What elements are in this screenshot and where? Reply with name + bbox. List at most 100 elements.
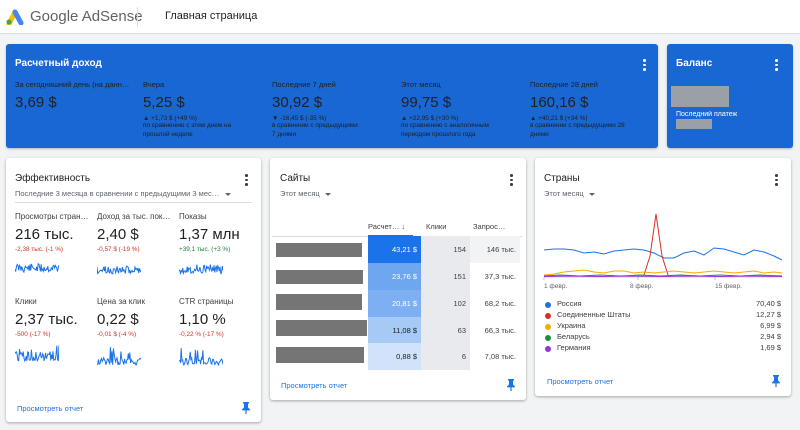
- countries-more-icon[interactable]: [773, 174, 779, 186]
- country-value: 1,69 $: [760, 343, 781, 352]
- legend-dot: [545, 301, 551, 308]
- revenue-last28-compare: в сравнении с предыдущими 28 днями: [530, 122, 625, 138]
- metric-sparkline: [179, 348, 223, 366]
- revenue-month-change: ▲ +22,95 $ (+30 %): [401, 115, 459, 122]
- cell-clicks: 63: [421, 317, 470, 343]
- performance-period-underline: [15, 202, 252, 203]
- revenue-month-compare: по сравнению с аналогичным периодом прош…: [401, 122, 489, 138]
- page-title: Главная страница: [165, 10, 258, 22]
- cell-requests: 66,3 тыс.: [484, 326, 516, 335]
- column-header-requests[interactable]: Запрос…: [473, 222, 505, 231]
- revenue-month-label: Этот месяц: [401, 80, 441, 89]
- sites-period-dropdown[interactable]: Этот месяц: [280, 189, 331, 198]
- country-name: Беларусь: [557, 332, 590, 341]
- metric-change: -500 (-17 %): [15, 331, 51, 338]
- chevron-down-icon: [588, 192, 595, 196]
- country-name: Украина: [557, 321, 586, 330]
- column-header-label: Запрос…: [473, 222, 506, 231]
- country-row[interactable]: Германия 1,69 $: [545, 343, 781, 354]
- cell-clicks: 102: [421, 290, 470, 317]
- country-row[interactable]: Соединенные Штаты 12,27 $: [545, 310, 781, 321]
- adsense-logo-icon: [6, 9, 24, 25]
- revenue-this-month: Этот месяц 99,75 $ ▲ +22,95 $ (+30 %) по…: [401, 80, 521, 139]
- revenue-yesterday-change: ▲ +1,73 $ (+49 %): [143, 115, 197, 122]
- performance-view-report-link[interactable]: Просмотреть отчет: [17, 404, 83, 413]
- country-name: Германия: [557, 343, 591, 352]
- series-line-united-states: [643, 213, 669, 276]
- metric-value: 0,22 $: [97, 311, 139, 328]
- revenue-last28-label: Последние 28 дней: [530, 80, 598, 89]
- site-name-redacted: [276, 294, 362, 310]
- revenue-last7-change: ▼ -16,45 $ (-35 %): [272, 115, 327, 122]
- countries-title: Страны: [544, 173, 580, 184]
- chevron-down-icon: [324, 192, 331, 196]
- pin-icon[interactable]: [771, 375, 781, 387]
- metric-sparkline: [15, 345, 59, 363]
- performance-period-dropdown[interactable]: Последние 3 месяца в сравнении с предыду…: [15, 189, 252, 198]
- country-row[interactable]: Россия 70,40 $: [545, 299, 781, 310]
- sites-more-icon[interactable]: [508, 174, 514, 186]
- revenue-today-value: 3,69 $: [15, 94, 57, 111]
- revenue-month-value: 99,75 $: [401, 94, 452, 111]
- metric-cpc[interactable]: Цена за клик 0,22 $ -0,01 $ (-4 %): [97, 297, 177, 366]
- balance-more-icon[interactable]: [773, 59, 779, 71]
- site-name-redacted: [276, 270, 363, 284]
- metric-label: Просмотры стран…: [15, 212, 89, 221]
- country-value: 12,27 $: [755, 310, 781, 319]
- header-divider: [137, 7, 138, 27]
- cell-clicks: 154: [421, 236, 470, 263]
- sites-title: Сайты: [280, 173, 311, 184]
- x-axis-label: 15 февр.: [715, 283, 742, 290]
- metric-value: 1,10 %: [179, 311, 226, 328]
- metric-label: Цена за клик: [97, 297, 146, 306]
- metric-rpm[interactable]: Доход за тыс. пок… 2,40 $ -0,57 $ (-19 %…: [97, 212, 177, 279]
- revenue-yesterday-value: 5,25 $: [143, 94, 185, 111]
- sort-arrow-icon: ↓: [401, 224, 405, 231]
- column-header-rpm[interactable]: Расчет… ↓: [368, 222, 405, 231]
- metric-value: 1,37 млн: [179, 226, 240, 243]
- performance-title: Эффективность: [15, 173, 91, 184]
- cell-rpm: 20,81 $: [368, 290, 421, 317]
- x-axis-label: 1 февр.: [544, 283, 567, 290]
- series-line-ukraine: [543, 269, 783, 276]
- pin-icon[interactable]: [241, 402, 251, 414]
- metric-value: 2,40 $: [97, 226, 139, 243]
- x-axis-label: 8 февр.: [630, 283, 653, 290]
- cell-clicks: 6: [421, 343, 470, 370]
- pin-icon[interactable]: [506, 379, 516, 391]
- chevron-down-icon: [225, 192, 232, 196]
- revenue-today-label: За сегодняшний день (на данн…: [15, 80, 130, 89]
- revenue-last28: Последние 28 дней 160,16 $ ▲ +40,21 $ (+…: [530, 80, 650, 139]
- metric-sparkline: [97, 347, 141, 366]
- top-bar: Google AdSense Главная страница: [0, 0, 800, 34]
- countries-period-dropdown[interactable]: Этот месяц: [544, 189, 595, 198]
- country-value: 2,94 $: [760, 332, 781, 341]
- last-payment-label: Последний платеж: [676, 111, 738, 118]
- revenue-more-icon[interactable]: [641, 59, 647, 71]
- metric-clicks[interactable]: Клики 2,37 тыс. -500 (-17 %): [15, 297, 95, 366]
- column-header-clicks[interactable]: Клики: [426, 222, 446, 231]
- metric-page-views[interactable]: Просмотры стран… 216 тыс. -2,38 тыс. (-1…: [15, 212, 95, 279]
- countries-view-report-link[interactable]: Просмотреть отчет: [547, 377, 613, 386]
- country-row[interactable]: Украина 6,99 $: [545, 321, 781, 332]
- metric-label: Клики: [15, 297, 37, 306]
- revenue-last7-value: 30,92 $: [272, 94, 323, 111]
- revenue-last7: Последние 7 дней 30,92 $ ▼ -16,45 $ (-35…: [272, 80, 392, 139]
- metric-sparkline: [15, 263, 59, 274]
- metric-impressions[interactable]: Показы 1,37 млн +39,1 тыс. (+3 %): [179, 212, 259, 279]
- metric-label: CTR страницы: [179, 297, 234, 306]
- metric-value: 216 тыс.: [15, 226, 74, 243]
- revenue-last28-change: ▲ +40,21 $ (+34 %): [530, 115, 588, 122]
- legend-dot: [545, 334, 551, 341]
- metric-change: -0,01 $ (-4 %): [97, 331, 137, 338]
- country-row[interactable]: Беларусь 2,94 $: [545, 332, 781, 343]
- column-header-label: Клики: [426, 222, 447, 231]
- country-value: 70,40 $: [755, 299, 781, 308]
- metric-page-ctr[interactable]: CTR страницы 1,10 % -0,22 % (-17 %): [179, 297, 259, 366]
- balance-amount-redacted: [671, 86, 729, 107]
- sites-view-report-link[interactable]: Просмотреть отчет: [281, 381, 347, 390]
- metric-change: +39,1 тыс. (+3 %): [179, 246, 231, 253]
- revenue-yesterday: Вчера 5,25 $ ▲ +1,73 $ (+49 %) по сравне…: [143, 80, 263, 139]
- performance-more-icon[interactable]: [243, 174, 249, 186]
- revenue-yesterday-compare: по сравнению с этим днем на прошлой неде…: [143, 122, 232, 138]
